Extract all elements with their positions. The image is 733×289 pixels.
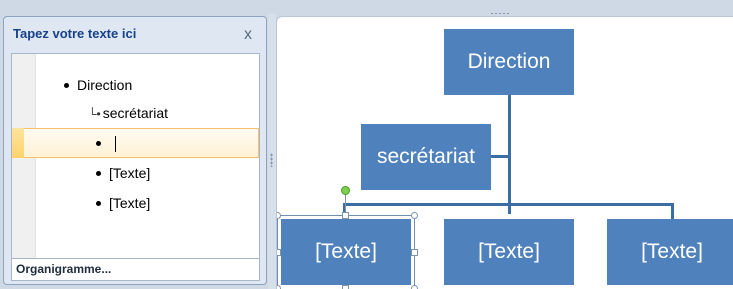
bullet-icon xyxy=(96,140,101,146)
resize-handle-top[interactable] xyxy=(342,212,349,219)
list-item-direction[interactable]: Direction xyxy=(64,75,132,95)
diagram-canvas[interactable]: Direction secrétariat [Texte] [Texte] [T… xyxy=(276,16,733,289)
selection-frame xyxy=(277,215,415,289)
close-icon[interactable]: x xyxy=(240,27,256,43)
bullet-icon xyxy=(96,200,101,206)
current-line-marker xyxy=(12,128,24,158)
org-node-direction[interactable]: Direction xyxy=(444,29,574,95)
list-item-secretariat[interactable]: └• secrétariat xyxy=(88,103,168,123)
connector-horizontal xyxy=(343,203,673,206)
resize-handle-bottom-left[interactable] xyxy=(277,285,281,289)
list-item-editing[interactable] xyxy=(96,133,116,153)
resize-handle-left[interactable] xyxy=(277,249,281,256)
org-node-child-3[interactable]: [Texte] xyxy=(607,219,733,285)
connector-assistant xyxy=(488,155,510,158)
current-line-highlight xyxy=(12,128,259,158)
list-item-label: secrétariat xyxy=(102,105,169,121)
org-node-child-2[interactable]: [Texte] xyxy=(444,219,574,285)
org-node-label: [Texte] xyxy=(641,240,703,263)
text-pane-list[interactable]: Direction └• secrétariat [Texte] [Texte] xyxy=(11,53,260,271)
org-node-label: Direction xyxy=(467,50,551,73)
text-pane-title: Tapez votre texte ici xyxy=(13,26,137,41)
resize-handle-bottom-right[interactable] xyxy=(411,285,418,289)
bullet-icon xyxy=(64,82,69,88)
resize-handle-bottom[interactable] xyxy=(342,285,349,289)
bullet-icon xyxy=(96,170,101,176)
rotation-handle[interactable] xyxy=(341,186,350,195)
list-item-label: Direction xyxy=(77,77,133,93)
list-item-texte-1[interactable]: [Texte] xyxy=(96,163,150,183)
connector-child3 xyxy=(671,203,674,219)
text-cursor xyxy=(115,136,116,153)
org-node-label: [Texte] xyxy=(478,240,540,263)
subordinate-bullet-icon: └• xyxy=(88,107,101,121)
text-pane-gutter xyxy=(12,54,36,270)
org-node-label: secrétariat xyxy=(376,145,476,168)
splitter-grip-icon xyxy=(270,153,273,167)
list-item-texte-2[interactable]: [Texte] xyxy=(96,193,150,213)
list-item-label: [Texte] xyxy=(109,165,151,181)
list-item-label: [Texte] xyxy=(109,195,151,211)
text-pane: Tapez votre texte ici x Direction └• secr… xyxy=(3,16,267,285)
text-pane-header[interactable]: Tapez votre texte ici x xyxy=(4,17,266,53)
pane-splitter[interactable] xyxy=(268,14,276,289)
resize-handle-right[interactable] xyxy=(411,249,418,256)
smartart-description-link[interactable]: Organigramme... xyxy=(11,258,260,281)
resize-handle-top-right[interactable] xyxy=(411,212,418,219)
org-node-secretariat[interactable]: secrétariat xyxy=(361,124,491,190)
